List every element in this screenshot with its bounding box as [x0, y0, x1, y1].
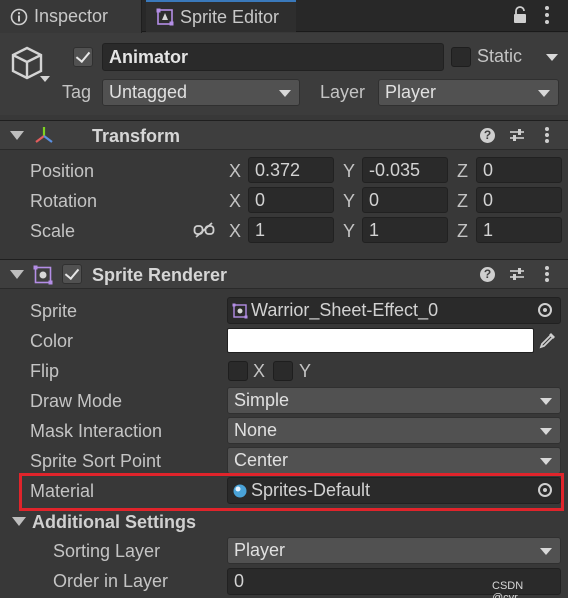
tab-inspector-label: Inspector — [34, 6, 109, 26]
help-icon[interactable]: ? — [480, 267, 495, 282]
scale-z-field[interactable]: 1 — [476, 217, 562, 243]
sprite-value: Warrior_Sheet-Effect_0 — [251, 300, 439, 320]
sorting-layer-value: Player — [234, 540, 286, 560]
mask-interaction-label: Mask Interaction — [30, 421, 163, 441]
gameobject-name-field[interactable]: Animator — [102, 43, 444, 71]
chevron-down-icon — [540, 547, 552, 555]
lock-icon[interactable] — [512, 6, 528, 24]
rotation-y-label: Y — [343, 191, 356, 211]
position-x-label: X — [229, 161, 242, 181]
sprite-sort-point-value: Center — [234, 450, 289, 470]
position-z-field[interactable]: 0 — [476, 157, 562, 183]
rotation-x-label: X — [229, 191, 242, 211]
flip-label: Flip — [30, 361, 60, 381]
sprite-renderer-enabled-checkbox[interactable] — [62, 264, 82, 284]
more-options-icon[interactable] — [545, 6, 549, 24]
sprite-renderer-title: Sprite Renderer — [92, 265, 228, 285]
chevron-down-icon — [540, 397, 552, 405]
mask-interaction-value: None — [234, 420, 278, 440]
chevron-down-icon — [538, 89, 550, 97]
position-y-field[interactable]: -0.035 — [362, 157, 448, 183]
additional-settings-foldout-icon[interactable] — [12, 517, 26, 526]
flip-y-label: Y — [299, 361, 312, 381]
rotation-y-field[interactable]: 0 — [362, 187, 448, 213]
unlinked-scale-icon[interactable] — [193, 221, 215, 239]
tag-dropdown[interactable]: Untagged — [102, 79, 300, 106]
tag-label: Tag — [62, 82, 92, 102]
presets-icon[interactable] — [509, 127, 525, 143]
material-highlight-box — [19, 473, 564, 511]
order-in-layer-label: Order in Layer — [53, 571, 169, 591]
foldout-arrow-icon[interactable] — [10, 270, 24, 279]
sprite-object-field[interactable]: Warrior_Sheet-Effect_0 — [227, 297, 561, 324]
transform-header[interactable]: Transform ? — [0, 120, 568, 150]
sprite-asset-icon — [232, 303, 248, 318]
rotation-z-label: Z — [457, 191, 468, 211]
info-icon — [10, 8, 28, 25]
layer-label: Layer — [320, 82, 366, 102]
color-label: Color — [30, 331, 74, 351]
layer-value: Player — [385, 82, 437, 102]
tab-sprite-editor[interactable]: Sprite Editor — [146, 0, 296, 32]
scale-x-label: X — [229, 221, 242, 241]
scale-x-field[interactable]: 1 — [248, 217, 334, 243]
eyedropper-icon[interactable] — [538, 330, 558, 350]
position-z-label: Z — [457, 161, 468, 181]
draw-mode-label: Draw Mode — [30, 391, 123, 411]
sprite-editor-icon — [156, 8, 174, 26]
flip-x-checkbox[interactable] — [228, 361, 248, 381]
icon-dropdown-arrow[interactable] — [40, 76, 50, 82]
tab-bar: Inspector Sprite Editor — [0, 0, 568, 33]
tag-value: Untagged — [109, 82, 188, 102]
rotation-x-field[interactable]: 0 — [248, 187, 334, 213]
static-checkbox[interactable] — [451, 47, 471, 67]
rotation-label: Rotation — [30, 191, 98, 211]
sprite-renderer-icon — [33, 265, 53, 285]
help-icon[interactable]: ? — [480, 128, 495, 143]
scale-z-label: Z — [457, 221, 468, 241]
transform-axes-icon — [35, 127, 53, 143]
sorting-layer-dropdown[interactable]: Player — [227, 537, 561, 564]
watermark: CSDN @cyr___ — [492, 580, 537, 598]
chevron-down-icon — [279, 89, 291, 97]
sorting-layer-label: Sorting Layer — [53, 541, 161, 561]
draw-mode-dropdown[interactable]: Simple — [227, 387, 561, 414]
position-label: Position — [30, 161, 95, 181]
sprite-sort-point-dropdown[interactable]: Center — [227, 447, 561, 474]
object-picker-icon[interactable] — [538, 303, 552, 317]
sprite-renderer-header[interactable]: Sprite Renderer ? — [0, 259, 568, 289]
active-checkbox[interactable] — [73, 47, 93, 67]
mask-interaction-dropdown[interactable]: None — [227, 417, 561, 444]
scale-label: Scale — [30, 221, 76, 241]
chevron-down-icon — [540, 427, 552, 435]
static-dropdown-arrow[interactable] — [546, 54, 558, 61]
flip-y-checkbox[interactable] — [273, 361, 293, 381]
scale-y-field[interactable]: 1 — [362, 217, 448, 243]
static-label: Static — [477, 46, 523, 66]
layer-dropdown[interactable]: Player — [378, 79, 559, 106]
position-x-field[interactable]: 0.372 — [248, 157, 334, 183]
component-menu-icon[interactable] — [545, 127, 549, 145]
presets-icon[interactable] — [509, 266, 525, 282]
sprite-sort-point-label: Sprite Sort Point — [30, 451, 162, 471]
color-swatch[interactable] — [227, 328, 534, 353]
foldout-arrow-icon[interactable] — [10, 131, 24, 140]
flip-x-label: X — [253, 361, 266, 381]
component-menu-icon[interactable] — [545, 266, 549, 284]
additional-settings-title[interactable]: Additional Settings — [32, 512, 196, 533]
draw-mode-value: Simple — [234, 390, 290, 410]
scale-y-label: Y — [343, 221, 356, 241]
tab-sprite-editor-label: Sprite Editor — [180, 6, 280, 27]
sprite-label: Sprite — [30, 301, 78, 321]
chevron-down-icon — [540, 457, 552, 465]
transform-title: Transform — [92, 126, 181, 146]
tab-inspector[interactable]: Inspector — [0, 0, 142, 33]
rotation-z-field[interactable]: 0 — [476, 187, 562, 213]
position-y-label: Y — [343, 161, 356, 181]
